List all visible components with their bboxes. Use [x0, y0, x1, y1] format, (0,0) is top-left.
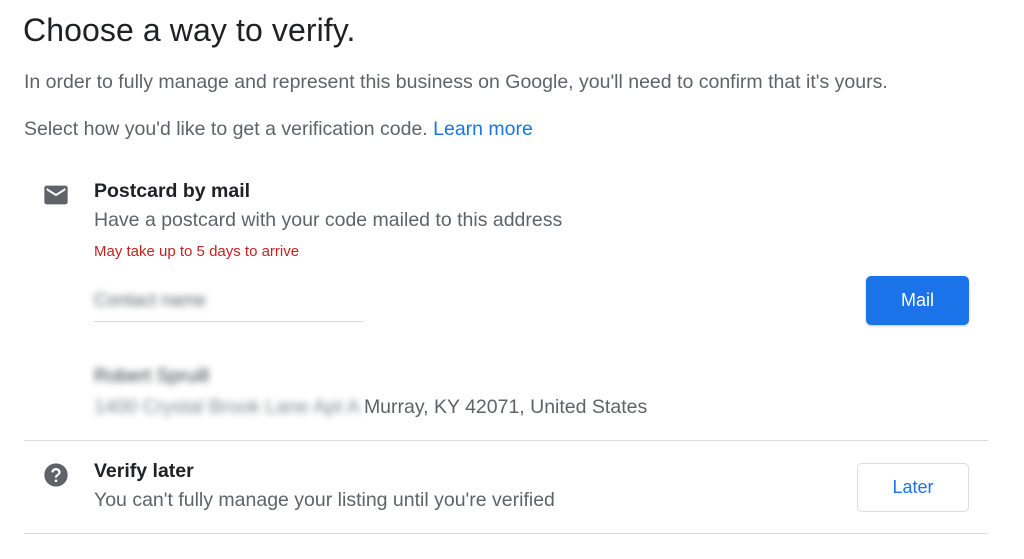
address-recipient-name: Robert Spruill	[94, 366, 210, 387]
intro-text: In order to fully manage and represent t…	[24, 71, 888, 93]
select-instruction: Select how you'd like to get a verificat…	[24, 118, 533, 141]
contact-name-value: Contact name	[94, 290, 207, 310]
delivery-warning: May take up to 5 days to arrive	[94, 243, 300, 260]
page-title: Choose a way to verify.	[23, 12, 356, 48]
bottom-divider	[24, 533, 988, 534]
address-street: 1400 Crystal Brook Lane Apt A	[94, 396, 359, 418]
mail-button[interactable]: Mail	[866, 276, 969, 325]
postcard-option-title: Postcard by mail	[94, 180, 251, 202]
later-option-title: Verify later	[94, 460, 194, 482]
option-divider	[24, 440, 988, 441]
mail-icon	[42, 181, 70, 209]
contact-name-field[interactable]: Contact name	[94, 282, 364, 322]
select-instruction-text: Select how you'd like to get a verificat…	[24, 118, 428, 140]
later-button[interactable]: Later	[857, 463, 969, 512]
later-option-description: You can't fully manage your listing unti…	[94, 489, 555, 511]
address-line: 1400 Crystal Brook Lane Apt A Murray, KY…	[94, 396, 647, 419]
postcard-option-description: Have a postcard with your code mailed to…	[94, 209, 563, 231]
learn-more-link[interactable]: Learn more	[433, 118, 533, 140]
address-city: Murray, KY 42071, United States	[363, 396, 648, 418]
help-circle-icon	[42, 461, 70, 489]
